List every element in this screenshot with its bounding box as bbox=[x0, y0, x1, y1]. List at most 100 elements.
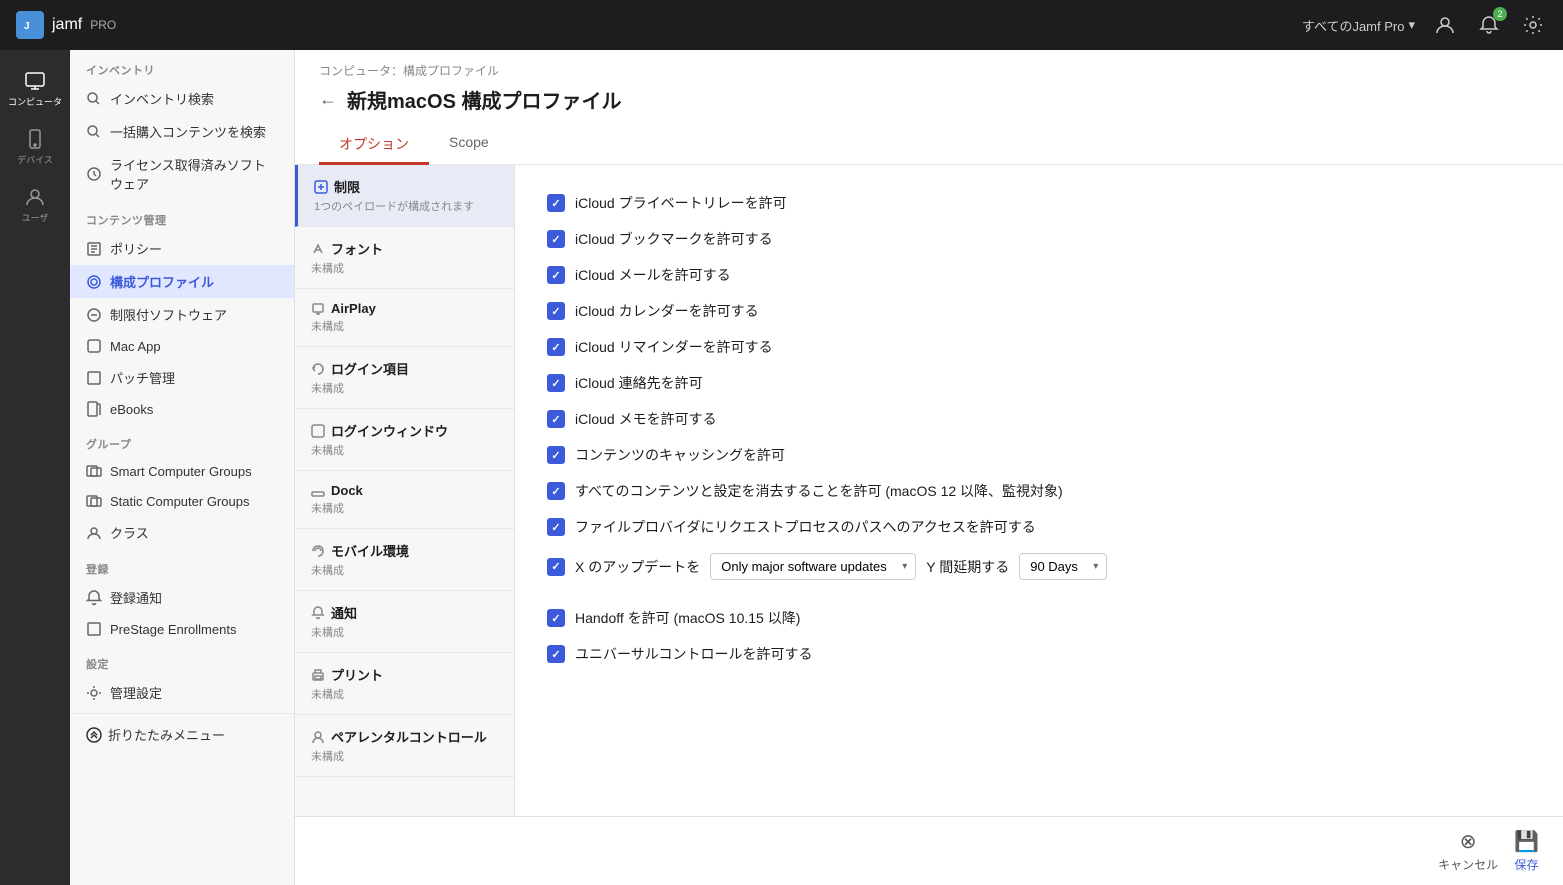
sidebar-item-patch-mgmt[interactable]: パッチ管理 bbox=[70, 361, 294, 394]
config-item-login-items-sub: 未構成 bbox=[311, 380, 498, 396]
checkbox-icloud-private-relay[interactable] bbox=[547, 194, 565, 212]
config-item-login-window-title: ログインウィンドウ bbox=[331, 421, 448, 440]
jamf-icon: J bbox=[16, 11, 44, 39]
checkbox-row-handoff: Handoff を許可 (macOS 10.15 以降) bbox=[547, 600, 1531, 636]
sidebar-item-mac-app[interactable]: Mac App bbox=[70, 331, 294, 361]
sidebar-item-config-profile[interactable]: 構成プロファイル bbox=[70, 265, 294, 298]
checkbox-row-universal-control: ユニバーサルコントロールを許可する bbox=[547, 636, 1531, 672]
config-item-airplay[interactable]: AirPlay 未構成 bbox=[295, 289, 514, 347]
top-nav-right: すべてのJamf Pro ▾ 2 bbox=[1302, 11, 1547, 39]
settings-icon[interactable] bbox=[1519, 11, 1547, 39]
notification-count: 2 bbox=[1493, 7, 1507, 21]
checkbox-universal-control[interactable] bbox=[547, 645, 565, 663]
config-item-fonts-title: フォント bbox=[331, 239, 383, 258]
config-item-login-window-sub: 未構成 bbox=[311, 442, 498, 458]
checkbox-icloud-bookmarks[interactable] bbox=[547, 230, 565, 248]
config-item-notifications-title: 通知 bbox=[331, 603, 357, 622]
config-item-airplay-title: AirPlay bbox=[331, 301, 376, 316]
plan-badge: PRO bbox=[90, 18, 116, 32]
checkbox-icloud-contacts[interactable] bbox=[547, 374, 565, 392]
sidebar-icon-device[interactable]: デバイス bbox=[0, 120, 70, 174]
svg-text:J: J bbox=[24, 21, 30, 32]
config-item-mobile-env-sub: 未構成 bbox=[311, 562, 498, 578]
notification-icon[interactable]: 2 bbox=[1475, 11, 1503, 39]
checkbox-content-caching[interactable] bbox=[547, 446, 565, 464]
config-item-dock-title: Dock bbox=[331, 483, 363, 498]
content-section-label: コンテンツ管理 bbox=[70, 200, 294, 232]
config-item-fonts-sub: 未構成 bbox=[311, 260, 498, 276]
settings-panel: iCloud プライベートリレーを許可 iCloud ブックマークを許可する i… bbox=[515, 165, 1563, 816]
update-suffix: Y 間延期する bbox=[926, 557, 1009, 577]
checkbox-row-file-provider: ファイルプロバイダにリクエストプロセスのパスへのアクセスを許可する bbox=[547, 509, 1531, 545]
config-item-login-items-title: ログイン項目 bbox=[331, 359, 409, 378]
checkbox-erase-all[interactable] bbox=[547, 482, 565, 500]
checkbox-icloud-reminders[interactable] bbox=[547, 338, 565, 356]
sidebar-item-policy[interactable]: ポリシー bbox=[70, 232, 294, 265]
logo: J jamf PRO bbox=[16, 11, 116, 39]
checkbox-handoff[interactable] bbox=[547, 609, 565, 627]
save-button[interactable]: 💾 保存 bbox=[1514, 829, 1539, 873]
back-button[interactable]: ← bbox=[319, 89, 337, 110]
sidebar-item-mgmt-settings[interactable]: 管理設定 bbox=[70, 676, 294, 709]
sidebar-item-enrollment-notif[interactable]: 登録通知 bbox=[70, 581, 294, 614]
sidebar-item-bulk-purchase[interactable]: 一括購入コンテンツを検索 bbox=[70, 115, 294, 148]
user-icon[interactable] bbox=[1431, 11, 1459, 39]
checkbox-row-icloud-mail: iCloud メールを許可する bbox=[547, 257, 1531, 293]
sidebar-icon-computer[interactable]: コンピュータ bbox=[0, 62, 70, 116]
checkbox-icloud-calendar[interactable] bbox=[547, 302, 565, 320]
config-item-login-items[interactable]: ログイン項目 未構成 bbox=[295, 347, 514, 409]
update-type-select[interactable]: Only major software updates All software… bbox=[711, 554, 915, 579]
checkbox-row-icloud-bookmarks: iCloud ブックマークを許可する bbox=[547, 221, 1531, 257]
group-section-label: グループ bbox=[70, 424, 294, 456]
sidebar-item-classes[interactable]: クラス bbox=[70, 516, 294, 549]
checkbox-row-erase-all: すべてのコンテンツと設定を消去することを許可 (macOS 12 以降、監視対象… bbox=[547, 473, 1531, 509]
checkbox-icloud-notes[interactable] bbox=[547, 410, 565, 428]
config-item-print-sub: 未構成 bbox=[311, 686, 498, 702]
config-item-parental-controls[interactable]: ペアレンタルコントロール 未構成 bbox=[295, 715, 514, 777]
checkbox-update[interactable] bbox=[547, 558, 565, 576]
sidebar-item-licensed-software[interactable]: ライセンス取得済みソフトウェア bbox=[70, 148, 294, 200]
config-item-print[interactable]: プリント 未構成 bbox=[295, 653, 514, 715]
config-item-dock[interactable]: Dock 未構成 bbox=[295, 471, 514, 529]
sidebar-item-ebooks[interactable]: eBooks bbox=[70, 394, 294, 424]
top-nav: J jamf PRO すべてのJamf Pro ▾ 2 bbox=[0, 0, 1563, 50]
tab-scope[interactable]: Scope bbox=[429, 126, 509, 165]
main-content: コンピュータ：構成プロファイル ← 新規macOS 構成プロファイル オプション… bbox=[295, 50, 1563, 885]
config-item-parental-controls-title: ペアレンタルコントロール bbox=[331, 727, 487, 746]
checkbox-row-content-caching: コンテンツのキャッシングを許可 bbox=[547, 437, 1531, 473]
config-item-airplay-sub: 未構成 bbox=[311, 318, 498, 334]
config-item-dock-sub: 未構成 bbox=[311, 500, 498, 516]
config-item-notifications-sub: 未構成 bbox=[311, 624, 498, 640]
config-item-parental-controls-sub: 未構成 bbox=[311, 748, 498, 764]
checkbox-icloud-mail[interactable] bbox=[547, 266, 565, 284]
checkbox-row-icloud-contacts: iCloud 連絡先を許可 bbox=[547, 365, 1531, 401]
sidebar-item-static-computer-groups[interactable]: Static Computer Groups bbox=[70, 486, 294, 516]
app-name: jamf bbox=[52, 16, 82, 34]
checkbox-row-icloud-notes: iCloud メモを許可する bbox=[547, 401, 1531, 437]
config-item-restriction-sub: 1つのペイロードが構成されます bbox=[314, 198, 498, 214]
config-item-restriction[interactable]: 制限 1つのペイロードが構成されます bbox=[295, 165, 514, 227]
config-item-fonts[interactable]: フォント 未構成 bbox=[295, 227, 514, 289]
sidebar-item-restricted-software[interactable]: 制限付ソフトウェア bbox=[70, 298, 294, 331]
sidebar-item-inventory-search[interactable]: インベントリ検索 bbox=[70, 82, 294, 115]
config-item-mobile-env[interactable]: モバイル環境 未構成 bbox=[295, 529, 514, 591]
update-days-select[interactable]: 30 Days 60 Days 90 Days bbox=[1020, 554, 1106, 579]
environment-dropdown[interactable]: すべてのJamf Pro ▾ bbox=[1302, 16, 1415, 35]
config-item-login-window[interactable]: ログインウィンドウ 未構成 bbox=[295, 409, 514, 471]
sidebar-item-prestage[interactable]: PreStage Enrollments bbox=[70, 614, 294, 644]
enrollment-section-label: 登録 bbox=[70, 549, 294, 581]
sidebar-icon-user[interactable]: ユーザ bbox=[0, 178, 70, 232]
config-item-notifications[interactable]: 通知 未構成 bbox=[295, 591, 514, 653]
update-type-dropdown[interactable]: Only major software updates All software… bbox=[710, 553, 916, 580]
config-item-mobile-env-title: モバイル環境 bbox=[331, 541, 409, 560]
sidebar-item-smart-computer-groups[interactable]: Smart Computer Groups bbox=[70, 456, 294, 486]
checkbox-file-provider[interactable] bbox=[547, 518, 565, 536]
config-sidebar: 制限 1つのペイロードが構成されます フォント 未構成 bbox=[295, 165, 515, 816]
cancel-button[interactable]: ⊗ キャンセル bbox=[1438, 829, 1498, 873]
page-header: コンピュータ：構成プロファイル ← 新規macOS 構成プロファイル オプション… bbox=[295, 50, 1563, 165]
tab-options[interactable]: オプション bbox=[319, 126, 429, 165]
update-days-dropdown[interactable]: 30 Days 60 Days 90 Days ▾ bbox=[1019, 553, 1107, 580]
collapse-menu-btn[interactable]: 折りたたみメニュー bbox=[70, 718, 294, 751]
left-sidebar: インベントリ インベントリ検索 一括購入コンテンツを検索 ライセンス取得済みソフ… bbox=[70, 50, 295, 885]
icon-sidebar: コンピュータ デバイス ユーザ bbox=[0, 50, 70, 885]
